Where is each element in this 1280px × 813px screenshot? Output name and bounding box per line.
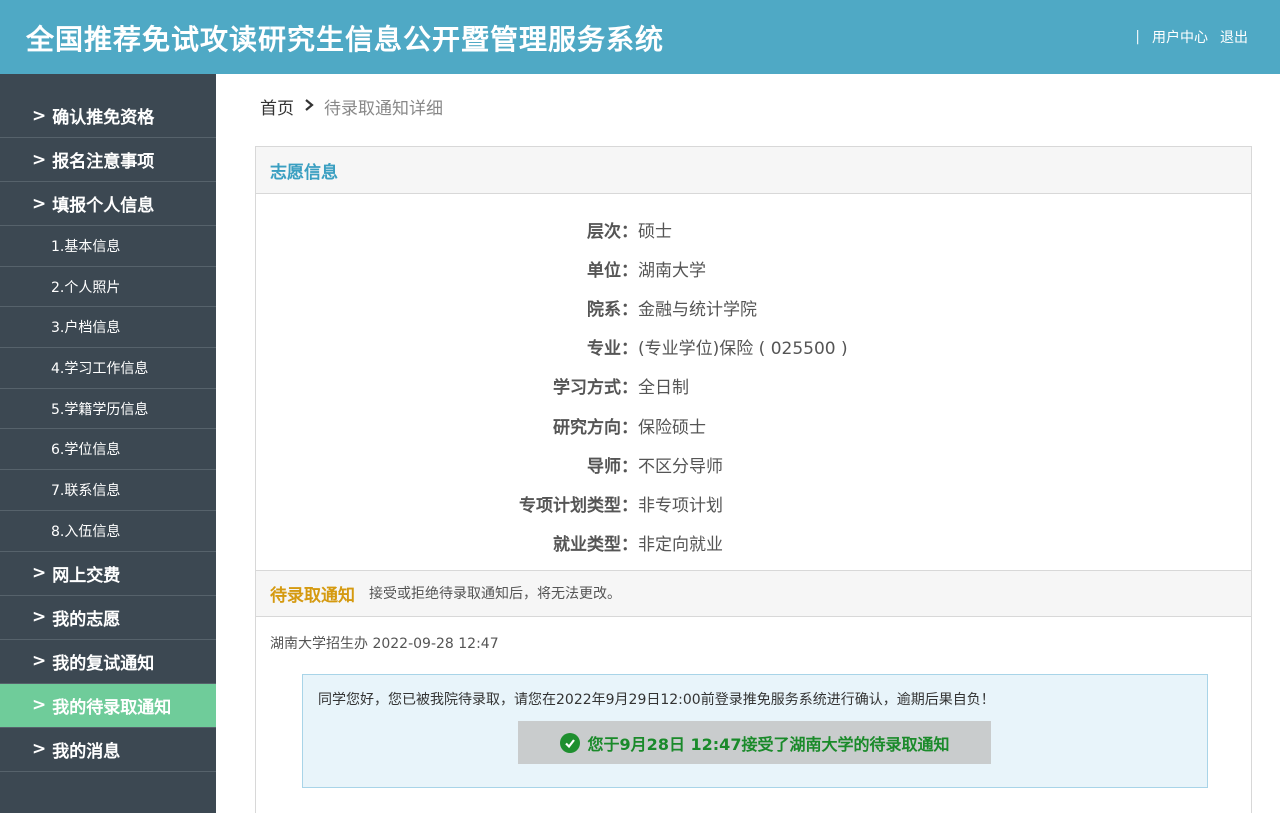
sidebar-item-label: 填报个人信息	[52, 196, 155, 216]
sidebar-nav: > 确认推免资格 > 报名注意事项 > 填报个人信息 1.基本信息 2.个人照片 3.户档信息 4…	[0, 74, 216, 813]
chevron-right-icon: >	[32, 651, 47, 671]
chevron-right-icon: >	[32, 149, 47, 170]
sidebar-item-16[interactable]: > 我的消息	[0, 728, 216, 772]
info-label: 专项计划类型：	[519, 495, 638, 516]
logout-link[interactable]: 退出	[1220, 27, 1248, 47]
info-value: 非定向就业	[638, 534, 723, 555]
sidebar-item-2[interactable]: > 报名注意事项	[0, 138, 216, 182]
breadcrumb-current: 待录取通知详细	[324, 99, 443, 119]
sidebar-item-label: 报名注意事项	[52, 152, 155, 172]
info-value: 不区分导师	[638, 456, 723, 477]
notice-sender: 湖南大学招生办 2022-09-28 12:47	[270, 635, 499, 652]
chevron-right-icon: >	[32, 695, 47, 715]
notice-header: 待录取通知 接受或拒绝待录取通知后，将无法更改。	[256, 569, 1251, 617]
sidebar-item-8[interactable]: 5.学籍学历信息	[0, 389, 216, 430]
chevron-right-icon: >	[32, 193, 47, 214]
sidebar-item-1[interactable]: > 确认推免资格	[0, 94, 216, 138]
sidebar-item-11[interactable]: 8.入伍信息	[0, 511, 216, 552]
sidebar-item-label: 我的待录取通知	[52, 697, 172, 718]
notice-description: 接受或拒绝待录取通知后，将无法更改。	[369, 586, 621, 603]
info-label: 层次：	[587, 222, 638, 243]
sidebar-item-label: 我的志愿	[52, 609, 121, 630]
breadcrumb: 首页 待录取通知详细	[260, 94, 443, 119]
chevron-right-icon: >	[32, 607, 47, 627]
info-label: 导师：	[587, 456, 638, 477]
info-row: 层次： 硕士	[256, 210, 1251, 249]
info-row: 专项计划类型： 非专项计划	[256, 484, 1251, 523]
info-row: 学习方式： 全日制	[256, 366, 1251, 405]
sidebar-item-label: 网上交费	[52, 565, 121, 586]
sidebar-item-label: 1.基本信息	[51, 238, 121, 255]
sidebar-item-7[interactable]: 4.学习工作信息	[0, 348, 216, 389]
sidebar-item-9[interactable]: 6.学位信息	[0, 429, 216, 471]
info-label: 研究方向：	[553, 417, 638, 438]
info-row: 专业： (专业学位)保险 ( 025500 )	[256, 327, 1251, 366]
sidebar-item-3[interactable]: > 填报个人信息	[0, 182, 216, 226]
info-label: 单位：	[587, 261, 638, 282]
info-row: 导师： 不区分导师	[256, 445, 1251, 484]
check-circle-icon	[559, 732, 580, 753]
info-row: 单位： 湖南大学	[256, 249, 1251, 288]
sidebar-item-12[interactable]: > 网上交费	[0, 552, 216, 596]
header-separator: |	[1135, 29, 1140, 45]
sidebar-item-label: 6.学位信息	[51, 442, 121, 459]
notice-title: 待录取通知	[270, 585, 355, 606]
info-value: 金融与统计学院	[638, 300, 757, 321]
detail-panel: 志愿信息 层次： 硕士 单位： 湖南大学 院系： 金融与统计学院 专业： (专业学位)保险 (…	[255, 146, 1252, 813]
info-value: 硕士	[638, 222, 672, 243]
sidebar-item-label: 2.个人照片	[51, 279, 121, 296]
chevron-right-icon: >	[32, 739, 47, 759]
sidebar-item-4[interactable]: 1.基本信息	[0, 226, 216, 267]
info-value: 全日制	[638, 378, 689, 399]
chevron-right-icon: >	[32, 563, 47, 583]
accepted-status-banner: 您于9月28日 12:47接受了湖南大学的待录取通知	[518, 721, 991, 764]
info-label: 学习方式：	[553, 378, 638, 399]
sidebar-item-13[interactable]: > 我的志愿	[0, 596, 216, 640]
info-value: 湖南大学	[638, 261, 706, 282]
sidebar-item-6[interactable]: 3.户档信息	[0, 307, 216, 349]
sidebar-item-label: 我的消息	[52, 741, 121, 762]
application-info: 层次： 硕士 单位： 湖南大学 院系： 金融与统计学院 专业： (专业学位)保险 ( 0255…	[256, 194, 1251, 562]
sidebar-item-14[interactable]: > 我的复试通知	[0, 640, 216, 684]
info-value: 非专项计划	[638, 495, 723, 516]
info-value: (专业学位)保险 ( 025500 )	[638, 339, 848, 360]
sidebar-item-label: 5.学籍学历信息	[51, 401, 149, 418]
sidebar-item-label: 7.联系信息	[51, 482, 121, 499]
info-row: 就业类型： 非定向就业	[256, 523, 1251, 562]
info-label: 专业：	[587, 339, 638, 360]
chevron-right-icon	[304, 98, 314, 116]
accepted-status-text: 您于9月28日 12:47接受了湖南大学的待录取通知	[587, 734, 950, 754]
notice-message-box: 同学您好，您已被我院待录取，请您在2022年9月29日12:00前登录推免服务系…	[302, 674, 1208, 788]
sidebar-item-label: 8.入伍信息	[51, 523, 121, 540]
info-row: 院系： 金融与统计学院	[256, 288, 1251, 327]
breadcrumb-home-link[interactable]: 首页	[260, 94, 294, 119]
sidebar-item-label: 我的复试通知	[52, 653, 155, 674]
system-title: 全国推荐免试攻读研究生信息公开暨管理服务系统	[26, 23, 665, 56]
info-label: 就业类型：	[553, 534, 638, 555]
chevron-right-icon: >	[32, 105, 47, 126]
notice-message-text: 同学您好，您已被我院待录取，请您在2022年9月29日12:00前登录推免服务系…	[318, 692, 995, 708]
header-links: | 用户中心 退出	[1135, 27, 1248, 47]
sidebar-item-15[interactable]: > 我的待录取通知	[0, 683, 216, 728]
info-value: 保险硕士	[638, 417, 706, 438]
top-header: 全国推荐免试攻读研究生信息公开暨管理服务系统 | 用户中心 退出	[0, 0, 1280, 74]
sidebar-item-label: 4.学习工作信息	[51, 360, 149, 377]
panel-title: 志愿信息	[270, 162, 338, 183]
sidebar-item-label: 确认推免资格	[52, 108, 155, 128]
sidebar-item-5[interactable]: 2.个人照片	[0, 267, 216, 308]
panel-header: 志愿信息	[256, 147, 1251, 194]
info-row: 研究方向： 保险硕士	[256, 405, 1251, 444]
info-label: 院系：	[587, 300, 638, 321]
sidebar-item-10[interactable]: 7.联系信息	[0, 470, 216, 511]
sidebar-item-label: 3.户档信息	[51, 320, 121, 337]
user-center-link[interactable]: 用户中心	[1152, 27, 1208, 47]
